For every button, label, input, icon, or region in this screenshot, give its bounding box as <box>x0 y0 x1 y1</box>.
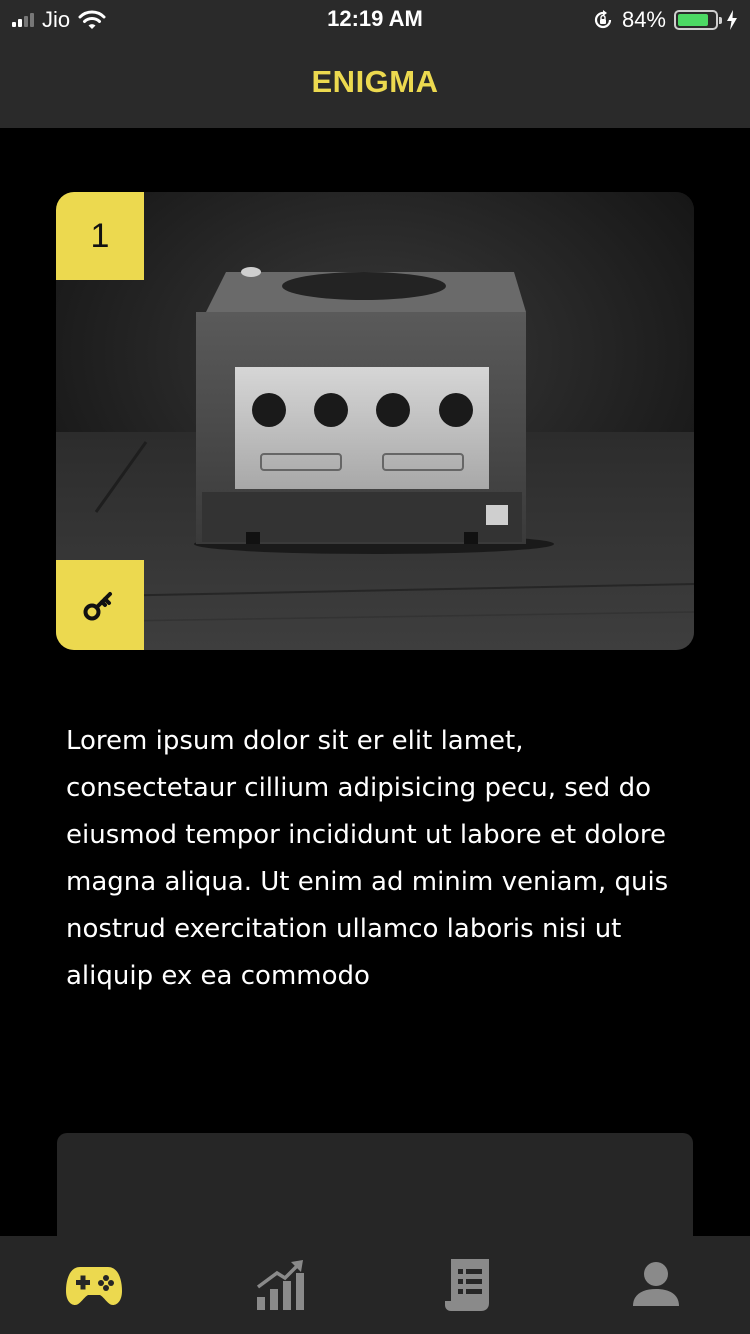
battery-level <box>678 14 709 26</box>
tab-bar <box>0 1236 750 1334</box>
gamepad-icon <box>65 1267 122 1305</box>
key-button[interactable] <box>56 560 144 650</box>
tab-profile[interactable] <box>563 1236 750 1334</box>
tab-rules[interactable] <box>375 1236 563 1334</box>
battery-icon <box>674 10 722 30</box>
battery-percent: 84% <box>621 7 666 32</box>
page-title: ENIGMA <box>311 64 439 99</box>
charging-icon <box>727 10 737 30</box>
answer-panel[interactable] <box>57 1133 693 1253</box>
tab-stats[interactable] <box>188 1236 376 1334</box>
description-text: Lorem ipsum dolor sit er elit lamet, con… <box>66 726 669 991</box>
stats-chart-icon <box>257 1260 305 1310</box>
game-console-photo <box>56 192 694 650</box>
status-bar: Jio 12:19 AM 84% <box>0 0 750 40</box>
level-number-badge: 1 <box>56 192 144 280</box>
navigation-bar: ENIGMA <box>0 40 750 128</box>
document-list-icon <box>444 1259 489 1311</box>
profile-icon <box>633 1262 680 1306</box>
status-right: 84% <box>592 7 738 33</box>
puzzle-card[interactable]: 1 <box>56 192 694 650</box>
key-icon <box>83 592 112 621</box>
orientation-lock-icon <box>594 10 612 29</box>
tab-play[interactable] <box>0 1236 188 1334</box>
